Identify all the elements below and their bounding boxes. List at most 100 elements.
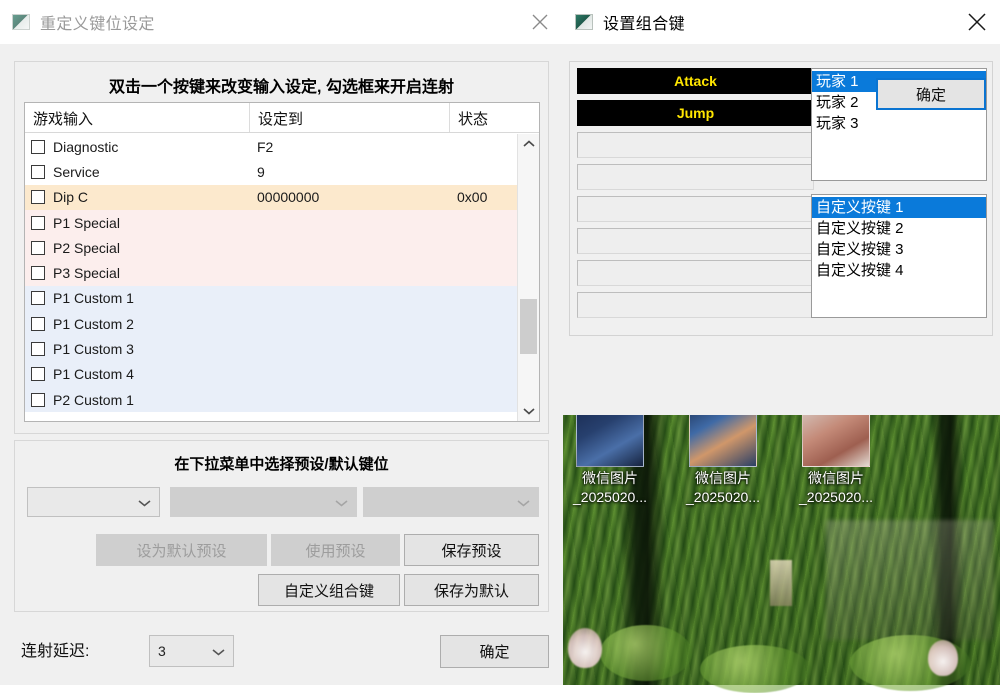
scrollbar-thumb[interactable]: [520, 299, 537, 354]
combo-slot[interactable]: Jump: [577, 100, 814, 126]
combo-slot[interactable]: [577, 132, 814, 158]
custom-combo-keys-button[interactable]: 自定义组合键: [258, 574, 400, 606]
desktop-icon[interactable]: 微信图片 _2025020...: [675, 405, 771, 507]
table-vertical-scrollbar[interactable]: [517, 134, 539, 421]
close-icon[interactable]: [954, 0, 1000, 44]
column-header-status[interactable]: 状态: [449, 103, 517, 132]
turbo-checkbox[interactable]: [31, 317, 45, 331]
input-config-group: 双击一个按键来改变输入设定, 勾选框来开启连射 游戏输入 设定到 状态 Diag…: [14, 61, 549, 434]
table-cell-game-input: P2 Custom 1: [25, 392, 249, 408]
table-cell-label: Diagnostic: [53, 139, 118, 155]
desktop-icon-label: 微信图片: [562, 469, 658, 488]
table-cell-label: P1 Custom 4: [53, 366, 134, 382]
set-default-preset-button[interactable]: 设为默认预设: [96, 534, 267, 566]
table-cell-game-input: P1 Special: [25, 215, 249, 231]
custom-key-listbox[interactable]: 自定义按键 1自定义按键 2自定义按键 3自定义按键 4: [811, 194, 987, 318]
desktop-icon[interactable]: 微信图片 _2025020...: [562, 405, 658, 507]
table-cell-label: P1 Custom 1: [53, 290, 134, 306]
remap-window-body: 双击一个按键来改变输入设定, 勾选框来开启连射 游戏输入 设定到 状态 Diag…: [0, 44, 563, 685]
table-row[interactable]: P3 Special: [25, 260, 517, 285]
scroll-down-icon[interactable]: [518, 401, 539, 421]
table-cell-status: 0x00: [449, 189, 517, 205]
table-row[interactable]: Service 9: [25, 159, 517, 184]
decor-lotus-leaf: [600, 625, 692, 681]
turbo-delay-label: 连射延迟:: [21, 637, 89, 661]
table-cell-game-input: P1 Custom 2: [25, 316, 249, 332]
turbo-checkbox[interactable]: [31, 165, 45, 179]
combo-slot[interactable]: [577, 196, 814, 222]
table-cell-label: P2 Custom 1: [53, 392, 134, 408]
table-cell-assigned-to: F2: [249, 139, 449, 155]
table-row[interactable]: Diagnostic F2: [25, 134, 517, 159]
combo-window-title: 设置组合键: [603, 10, 685, 34]
decor-lotus-flower: [568, 628, 602, 668]
turbo-checkbox[interactable]: [31, 140, 45, 154]
desktop-icon-label-2: _2025020...: [675, 488, 771, 507]
turbo-delay-combo[interactable]: 3: [149, 635, 234, 667]
remap-ok-button[interactable]: 确定: [440, 635, 549, 668]
desktop-icon-label: 微信图片: [675, 469, 771, 488]
preset-combo-1[interactable]: [27, 487, 160, 517]
combo-slot[interactable]: [577, 164, 814, 190]
table-row[interactable]: P1 Custom 1: [25, 286, 517, 311]
table-row[interactable]: P1 Custom 4: [25, 362, 517, 387]
combo-ok-button[interactable]: 确定: [876, 78, 986, 110]
table-cell-game-input: P2 Special: [25, 240, 249, 256]
decor-pavilion: [826, 520, 994, 640]
table-row[interactable]: P2 Custom 1: [25, 387, 517, 412]
table-body: Diagnostic F2 Service 9 Dip C000000000x00 P1 …: [25, 134, 517, 421]
custom-key-list-item[interactable]: 自定义按键 1: [812, 197, 986, 218]
decor-lotus-flower: [928, 640, 958, 676]
custom-key-list-item[interactable]: 自定义按键 2: [812, 218, 986, 239]
table-cell-game-input: P3 Special: [25, 265, 249, 281]
table-cell-game-input: Service: [25, 164, 249, 180]
combo-slot[interactable]: Attack: [577, 68, 814, 94]
turbo-checkbox[interactable]: [31, 216, 45, 230]
table-cell-label: P1 Custom 3: [53, 341, 134, 357]
chevron-down-icon: [138, 494, 151, 510]
combo-slot[interactable]: [577, 260, 814, 286]
combo-keys-window: 设置组合键 AttackJump 玩家 1玩家 2玩家 3 自定义按键 1自定义…: [563, 0, 1000, 415]
combo-slot[interactable]: [577, 292, 814, 318]
preset-combo-3[interactable]: [363, 487, 539, 517]
save-preset-button[interactable]: 保存预设: [404, 534, 539, 566]
combo-slot[interactable]: [577, 228, 814, 254]
table-cell-assigned-to: 9: [249, 164, 449, 180]
custom-key-list-item[interactable]: 自定义按键 3: [812, 239, 986, 260]
table-row[interactable]: P1 Special: [25, 210, 517, 235]
table-cell-game-input: Diagnostic: [25, 139, 249, 155]
instruction-text: 双击一个按键来改变输入设定, 勾选框来开启连射: [15, 62, 548, 97]
desktop-icon[interactable]: 微信图片 _2025020...: [788, 405, 884, 507]
turbo-checkbox[interactable]: [31, 342, 45, 356]
remap-window-title: 重定义键位设定: [40, 10, 155, 34]
table-row[interactable]: Dip C000000000x00: [25, 185, 517, 210]
chevron-down-icon: [212, 643, 225, 659]
preset-combo-2[interactable]: [170, 487, 357, 517]
turbo-checkbox[interactable]: [31, 266, 45, 280]
decor-lamp: [770, 560, 792, 606]
table-cell-label: P2 Special: [53, 240, 120, 256]
table-row[interactable]: P1 Custom 2: [25, 311, 517, 336]
table-header-row: 游戏输入 设定到 状态: [25, 103, 539, 133]
use-preset-button[interactable]: 使用预设: [271, 534, 400, 566]
turbo-checkbox[interactable]: [31, 241, 45, 255]
combo-slot-label: Jump: [677, 105, 714, 121]
table-cell-label: P1 Custom 2: [53, 316, 134, 332]
column-header-game-input[interactable]: 游戏输入: [25, 103, 249, 132]
save-as-default-button[interactable]: 保存为默认: [404, 574, 539, 606]
custom-key-list-item[interactable]: 自定义按键 4: [812, 260, 986, 281]
app-icon: [12, 14, 30, 30]
turbo-checkbox[interactable]: [31, 190, 45, 204]
turbo-checkbox[interactable]: [31, 367, 45, 381]
column-header-assigned-to[interactable]: 设定到: [249, 103, 449, 132]
table-row[interactable]: P2 Special: [25, 235, 517, 260]
turbo-checkbox[interactable]: [31, 393, 45, 407]
desktop-icon-label-2: _2025020...: [788, 488, 884, 507]
table-row[interactable]: P1 Custom 3: [25, 336, 517, 361]
table-cell-label: P3 Special: [53, 265, 120, 281]
player-list-item[interactable]: 玩家 3: [812, 113, 986, 134]
close-icon[interactable]: [517, 0, 563, 44]
table-cell-label: Service: [53, 164, 100, 180]
turbo-checkbox[interactable]: [31, 291, 45, 305]
scroll-up-icon[interactable]: [518, 134, 539, 154]
